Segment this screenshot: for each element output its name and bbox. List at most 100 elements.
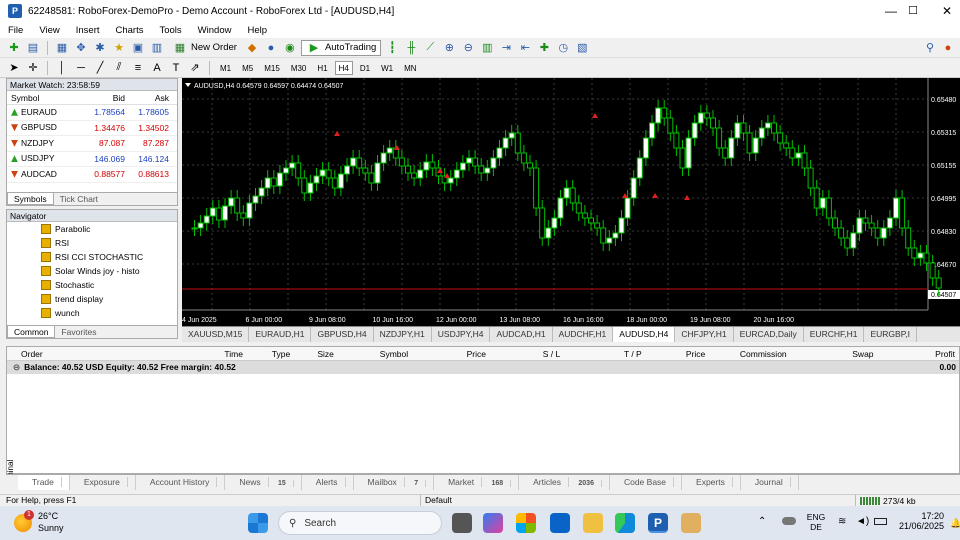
navigator-indicator-item[interactable]: Solar Winds joy - histo xyxy=(7,264,177,278)
edge-icon[interactable] xyxy=(615,513,635,533)
navigator-indicator-item[interactable]: RSI CCI STOCHASTIC xyxy=(7,250,177,264)
navigator-indicator-item[interactable]: RSI xyxy=(7,236,177,250)
file-explorer-icon[interactable] xyxy=(583,513,603,533)
terminal-tab[interactable]: Market 168 xyxy=(434,475,520,490)
terminal-column-header[interactable]: S / L xyxy=(490,347,564,360)
chat-icon[interactable]: ● xyxy=(940,40,956,56)
price-chart[interactable]: AUDUSD,H4 0.64579 0.64597 0.64474 0.6450… xyxy=(182,78,960,326)
chart-tab[interactable]: NZDJPY,H1 xyxy=(374,327,432,342)
tab-symbols[interactable]: Symbols xyxy=(7,193,54,205)
market-watch-icon[interactable]: ▦ xyxy=(54,40,70,56)
terminal-tab[interactable]: Articles 2036 xyxy=(519,475,610,490)
terminal-tab[interactable]: Account History xyxy=(136,475,226,490)
market-watch-row[interactable]: USDJPY 146.069 146.124 xyxy=(7,152,177,167)
cursor-icon[interactable]: ➤ xyxy=(6,60,22,76)
profiles-icon[interactable]: ▤ xyxy=(25,40,41,56)
cloud-icon[interactable] xyxy=(782,517,796,525)
chart-tab[interactable]: EURAUD,H1 xyxy=(249,327,312,342)
chart-tab[interactable]: EURCAD,Daily xyxy=(734,327,804,342)
store-icon[interactable] xyxy=(516,513,536,533)
terminal-column-header[interactable]: Symbol xyxy=(338,347,412,360)
tile-windows-icon[interactable]: ▥ xyxy=(479,40,495,56)
chart-tab[interactable]: AUDCHF,H1 xyxy=(553,327,614,342)
wifi-icon[interactable]: ≋ xyxy=(838,516,846,527)
market-watch-row[interactable]: AUDCHF 0.52770 0.52803 xyxy=(7,183,177,185)
zoom-in-icon[interactable]: ⊕ xyxy=(441,40,457,56)
tester-icon[interactable]: ▥ xyxy=(149,40,165,56)
vps-icon[interactable]: ◉ xyxy=(282,40,298,56)
terminal-column-header[interactable]: Size xyxy=(294,347,338,360)
tab-tick-chart[interactable]: Tick Chart xyxy=(54,193,104,205)
chart-tab[interactable]: USDJPY,H4 xyxy=(432,327,491,342)
trendline-icon[interactable]: ╱ xyxy=(92,60,108,76)
bar-chart-icon[interactable]: ┇ xyxy=(384,40,400,56)
terminal-tab[interactable]: Experts xyxy=(682,475,741,490)
chart-tab[interactable]: EURGBP,I xyxy=(864,327,917,342)
autoscroll-icon[interactable]: ⇤ xyxy=(517,40,533,56)
chart-tab[interactable]: AUDUSD,H4 xyxy=(613,327,676,342)
chart-tab[interactable]: EURCHF,H1 xyxy=(804,327,865,342)
column-bid[interactable]: Bid xyxy=(77,91,125,104)
chart-tab[interactable]: XAUUSD,M15 xyxy=(182,327,250,342)
terminal-tab[interactable]: Journal xyxy=(741,475,799,490)
column-symbol[interactable]: Symbol xyxy=(7,91,77,104)
terminal-column-header[interactable]: Time xyxy=(185,347,247,360)
fibonacci-icon[interactable]: ≡ xyxy=(130,60,146,76)
horizontal-line-icon[interactable]: ─ xyxy=(73,60,89,76)
terminal-tab[interactable]: Mailbox 7 xyxy=(354,475,435,490)
terminal-icon[interactable]: ▣ xyxy=(130,40,146,56)
clock[interactable]: 17:20 21/06/2025 xyxy=(898,511,944,531)
metaeditor-icon[interactable]: ◆ xyxy=(244,40,260,56)
timeframe-d1[interactable]: D1 xyxy=(356,61,374,75)
menu-insert[interactable]: Insert xyxy=(68,25,108,36)
timeframe-h4[interactable]: H4 xyxy=(334,60,353,75)
crosshair-icon[interactable]: ✛ xyxy=(25,60,41,76)
terminal-tab[interactable]: News 15 xyxy=(225,475,302,490)
terminal-column-header[interactable]: Type xyxy=(247,347,294,360)
zoom-out-icon[interactable]: ⊖ xyxy=(460,40,476,56)
favorites-icon[interactable]: ★ xyxy=(111,40,127,56)
navigator-icon[interactable]: ✱ xyxy=(92,40,108,56)
market-watch-row[interactable]: EURAUD 1.78564 1.78605 xyxy=(7,105,177,121)
menu-charts[interactable]: Charts xyxy=(108,25,152,36)
chart-tab[interactable]: AUDCAD,H1 xyxy=(490,327,553,342)
new-order-button[interactable]: ▦ New Order xyxy=(168,40,241,56)
autotrading-button[interactable]: ▶ AutoTrading xyxy=(300,39,382,56)
terminal-column-header[interactable]: Price xyxy=(646,347,709,360)
terminal-tab[interactable]: Code Base xyxy=(610,475,683,490)
close-button[interactable]: ✕ xyxy=(924,0,960,22)
timeframe-m5[interactable]: M5 xyxy=(238,61,257,75)
volume-icon[interactable]: ◄) xyxy=(856,516,869,527)
metatrader-icon[interactable]: P xyxy=(648,513,668,533)
tray-chevron-icon[interactable]: ⌃ xyxy=(758,516,766,527)
terminal-tab[interactable]: Exposure xyxy=(70,475,136,490)
terminal-column-header[interactable]: Order xyxy=(7,347,185,360)
menu-help[interactable]: Help xyxy=(239,25,275,36)
chart-shift-icon[interactable]: ⇥ xyxy=(498,40,514,56)
column-ask[interactable]: Ask xyxy=(125,91,169,104)
terminal-column-header[interactable]: Profit xyxy=(878,347,959,360)
navigator-indicator-item[interactable]: Parabolic xyxy=(7,222,177,236)
outlook-icon[interactable] xyxy=(550,513,570,533)
vertical-line-icon[interactable]: │ xyxy=(54,60,70,76)
tab-favorites[interactable]: Favorites xyxy=(55,326,102,338)
market-watch-row[interactable]: GBPUSD 1.34476 1.34502 xyxy=(7,121,177,136)
menu-window[interactable]: Window xyxy=(190,25,240,36)
market-watch-row[interactable]: AUDCAD 0.88577 0.88613 xyxy=(7,167,177,183)
terminal-column-header[interactable]: T / P xyxy=(564,347,645,360)
timeframe-mn[interactable]: MN xyxy=(400,61,420,75)
menu-tools[interactable]: Tools xyxy=(151,25,189,36)
channel-icon[interactable]: ⫽ xyxy=(111,60,127,76)
start-icon[interactable] xyxy=(248,513,268,533)
search-icon[interactable]: ⚲ xyxy=(922,40,938,56)
terminal-tab[interactable]: Trade xyxy=(18,475,70,490)
terminal-column-header[interactable]: Price xyxy=(412,347,490,360)
terminal-column-header[interactable]: Commission xyxy=(709,347,790,360)
periods-icon[interactable]: ◷ xyxy=(555,40,571,56)
templates-icon[interactable]: ▧ xyxy=(574,40,590,56)
indicators-icon[interactable]: ✚ xyxy=(536,40,552,56)
timeframe-m15[interactable]: M15 xyxy=(260,61,284,75)
text-label-icon[interactable]: T xyxy=(168,60,184,76)
language-indicator[interactable]: ENG DE xyxy=(806,512,826,532)
task-view-icon[interactable] xyxy=(452,513,472,533)
